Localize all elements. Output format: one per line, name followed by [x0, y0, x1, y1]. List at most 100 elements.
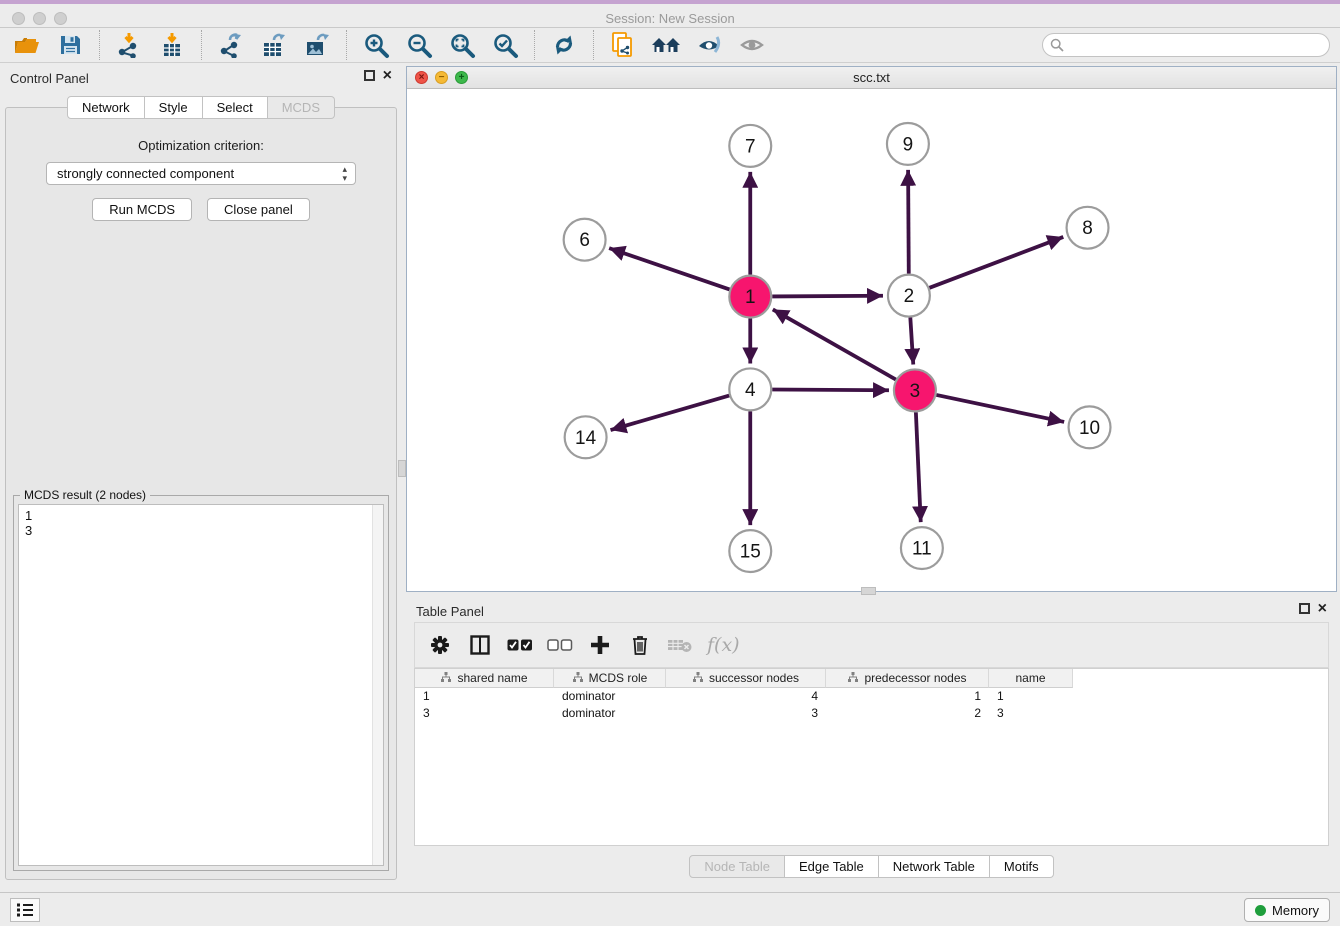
memory-button[interactable]: Memory [1244, 898, 1330, 922]
result-scrollbar[interactable] [372, 505, 383, 865]
graph-edge-2-9[interactable] [908, 170, 909, 274]
graph-edge-3-1[interactable] [773, 309, 896, 379]
save-session-icon[interactable] [53, 30, 87, 60]
tab-network[interactable]: Network [67, 96, 145, 119]
close-panel-button[interactable]: Close panel [207, 198, 310, 221]
network-window-titlebar: × − + scc.txt [407, 67, 1336, 89]
tab-network-table[interactable]: Network Table [879, 855, 990, 878]
network-close-icon[interactable]: × [415, 71, 428, 84]
column-header-label: shared name [457, 671, 527, 685]
column-header-name[interactable]: name [989, 669, 1073, 688]
refresh-layout-icon[interactable] [547, 30, 581, 60]
graph-edge-2-3[interactable] [910, 318, 913, 365]
select-stepper-icon: ▴▾ [342, 165, 347, 183]
control-panel: Control Panel × Network Style Select MCD… [0, 63, 402, 892]
memory-status-icon [1255, 905, 1266, 916]
deselect-all-icon[interactable] [547, 632, 573, 658]
float-panel-icon[interactable] [364, 70, 375, 81]
column-type-icon [572, 671, 584, 686]
toolbar-separator [534, 30, 535, 60]
float-table-panel-icon[interactable] [1299, 603, 1310, 614]
export-network-icon[interactable] [214, 30, 248, 60]
search-input[interactable] [1042, 33, 1330, 57]
table-cell[interactable]: dominator [554, 688, 666, 705]
table-cell[interactable]: 3 [989, 705, 1073, 722]
duplicate-network-icon[interactable] [606, 30, 640, 60]
table-cell[interactable]: 1 [826, 688, 989, 705]
network-minimize-icon[interactable]: − [435, 71, 448, 84]
column-header-shared-name[interactable]: shared name [415, 669, 554, 688]
tab-style[interactable]: Style [145, 96, 203, 119]
graph-edge-2-8[interactable] [929, 237, 1063, 288]
table-row[interactable]: 1dominator411 [415, 688, 1328, 705]
control-panel-tabs: Network Style Select MCDS [0, 96, 402, 119]
delete-table-icon[interactable] [667, 632, 693, 658]
tab-node-table[interactable]: Node Table [689, 855, 785, 878]
column-header-MCDS-role[interactable]: MCDS role [554, 669, 666, 688]
two-houses-icon[interactable] [649, 30, 683, 60]
column-header-predecessor-nodes[interactable]: predecessor nodes [826, 669, 989, 688]
import-table-icon[interactable] [155, 30, 189, 60]
table-cell[interactable]: 2 [826, 705, 989, 722]
trash-icon[interactable] [627, 632, 653, 658]
hide-selected-eye-icon[interactable] [692, 30, 726, 60]
tab-select[interactable]: Select [203, 96, 268, 119]
graph-edge-3-10[interactable] [936, 395, 1064, 422]
node-table: shared name MCDS role successor nodes prede… [414, 668, 1329, 846]
criterion-select[interactable]: strongly connected component ▴▾ [46, 162, 356, 185]
control-panel-title: Control Panel [10, 71, 89, 86]
graph-edge-1-6[interactable] [609, 248, 729, 289]
search-box [1042, 33, 1330, 57]
graph-node-label: 9 [903, 134, 914, 155]
table-cell[interactable]: 1 [415, 688, 554, 705]
network-canvas[interactable]: 1234678910111415 [407, 89, 1336, 591]
tab-edge-table[interactable]: Edge Table [785, 855, 879, 878]
splitter-grip-vertical[interactable] [398, 460, 406, 477]
add-row-icon[interactable] [587, 632, 613, 658]
graph-edge-3-11[interactable] [916, 412, 921, 522]
zoom-out-icon[interactable] [402, 30, 436, 60]
column-header-label: name [1015, 671, 1045, 685]
mcds-result-title: MCDS result (2 nodes) [20, 488, 150, 502]
graph-edge-1-2[interactable] [772, 296, 883, 297]
mcds-result-text[interactable]: 1 3 [18, 504, 384, 866]
close-panel-icon[interactable]: × [383, 70, 392, 81]
zoom-fit-icon[interactable] [445, 30, 479, 60]
table-row[interactable]: 3dominator323 [415, 705, 1328, 722]
tab-motifs[interactable]: Motifs [990, 855, 1054, 878]
mcds-panel: Optimization criterion: strongly connect… [5, 107, 397, 880]
table-cell[interactable]: 3 [415, 705, 554, 722]
column-header-label: successor nodes [709, 671, 799, 685]
splitter-grip-horizontal[interactable] [861, 587, 876, 595]
graph-node-label: 7 [745, 136, 756, 157]
network-graph: 1234678910111415 [407, 89, 1336, 591]
column-header-label: predecessor nodes [864, 671, 966, 685]
function-builder-icon[interactable]: f(x) [707, 634, 740, 656]
graph-node-label: 1 [745, 287, 756, 308]
task-history-button[interactable] [10, 898, 40, 922]
gear-icon[interactable] [427, 632, 453, 658]
table-cell[interactable]: 4 [666, 688, 826, 705]
zoom-selected-icon[interactable] [488, 30, 522, 60]
table-cell[interactable]: dominator [554, 705, 666, 722]
graph-edge-4-3[interactable] [772, 390, 889, 391]
network-maximize-icon[interactable]: + [455, 71, 468, 84]
open-session-icon[interactable] [10, 30, 44, 60]
graph-edge-4-14[interactable] [611, 396, 730, 431]
node-table-body: 1dominator4113dominator323 [415, 688, 1328, 722]
columns-icon[interactable] [467, 632, 493, 658]
column-header-successor-nodes[interactable]: successor nodes [666, 669, 826, 688]
export-table-icon[interactable] [257, 30, 291, 60]
select-all-icon[interactable] [507, 632, 533, 658]
zoom-in-icon[interactable] [359, 30, 393, 60]
export-image-icon[interactable] [300, 30, 334, 60]
table-cell[interactable]: 1 [989, 688, 1073, 705]
column-header-label: MCDS role [589, 671, 648, 685]
import-network-icon[interactable] [112, 30, 146, 60]
close-table-panel-icon[interactable]: × [1318, 603, 1327, 614]
table-cell[interactable]: 3 [666, 705, 826, 722]
show-hidden-eye-icon[interactable] [735, 30, 769, 60]
tab-mcds[interactable]: MCDS [268, 96, 335, 119]
run-mcds-button[interactable]: Run MCDS [92, 198, 192, 221]
graph-node-label: 8 [1082, 218, 1093, 239]
